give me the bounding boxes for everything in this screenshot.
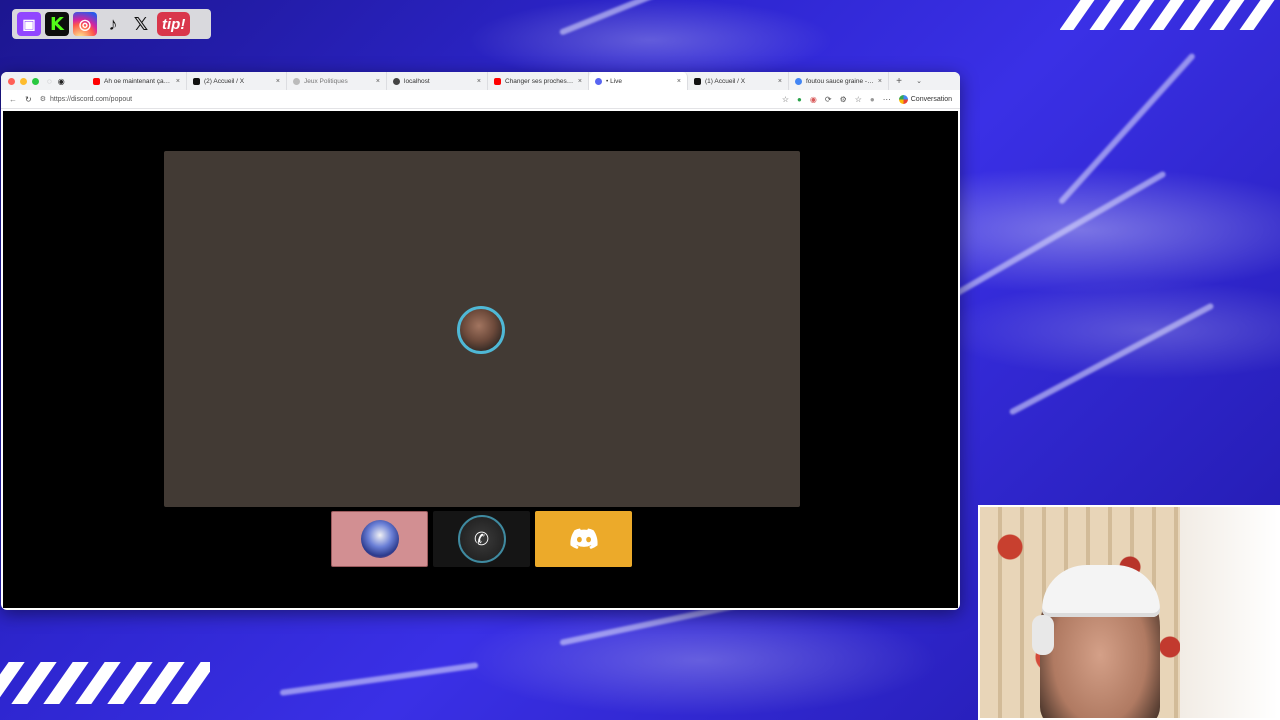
x-favicon-icon <box>193 77 200 85</box>
bg-streak <box>1057 52 1197 206</box>
back-arrow-icon[interactable]: ← <box>9 95 17 104</box>
url-field[interactable]: ⚙ https://discord.com/popout <box>40 95 774 104</box>
stripes-bottom-left <box>0 662 210 704</box>
tab-label: (1) Accueil / X <box>705 77 746 85</box>
kick-icon: K <box>45 12 69 36</box>
tab-label: (2) Accueil / X <box>204 77 245 85</box>
browser-window: ◌ ◉ Ah oe maintenant ça se × (2) Accueil… <box>1 72 960 610</box>
discord-favicon-icon <box>595 77 602 85</box>
tip-badge: tip! <box>157 12 191 36</box>
headset-icon <box>1032 615 1054 655</box>
tab[interactable]: foutou sauce graine - Re × <box>789 72 889 90</box>
participant-tile-call[interactable]: ✆ <box>433 511 530 567</box>
github-favicon-icon <box>393 77 400 85</box>
reload-icon[interactable]: ↻ <box>25 95 32 104</box>
tab[interactable]: Ah oe maintenant ça se × <box>87 72 187 90</box>
address-bar: ← ↻ ⚙ https://discord.com/popout ☆ ● ◉ ⟳… <box>1 90 960 109</box>
x-favicon-icon <box>694 77 701 85</box>
bookmark-star-icon[interactable]: ☆ <box>782 95 789 104</box>
minimize-window-button[interactable] <box>20 77 27 85</box>
tab-bar: ◌ ◉ Ah oe maintenant ça se × (2) Accueil… <box>1 72 960 90</box>
bg-streak <box>1008 302 1215 416</box>
tab-label: Ah oe maintenant ça se <box>104 77 172 85</box>
tab-close-icon[interactable]: × <box>376 78 380 85</box>
tab-close-icon[interactable]: × <box>778 78 782 85</box>
assistant-icon <box>898 94 908 104</box>
participant-tile-discord[interactable] <box>535 511 632 567</box>
tab-label: Jeux Politiques <box>304 77 348 85</box>
extension-icon[interactable]: ◉ <box>810 95 817 104</box>
tab-active[interactable]: • Live × <box>589 72 688 90</box>
maximize-window-button[interactable] <box>32 77 39 85</box>
tab-close-icon[interactable]: × <box>477 78 481 85</box>
site-settings-icon[interactable]: ⚙ <box>40 95 46 103</box>
globe-favicon-icon <box>293 77 300 85</box>
video-stage <box>164 151 800 507</box>
tab-close-icon[interactable]: × <box>578 78 582 85</box>
bg-streak <box>938 170 1167 306</box>
conversation-button[interactable]: Conversation <box>898 94 952 104</box>
url-text: https://discord.com/popout <box>49 95 133 103</box>
twitch-icon: ▣ <box>17 12 41 36</box>
tab-nav: ◌ ◉ <box>47 77 87 86</box>
stripes-top-right <box>1060 0 1280 30</box>
tab[interactable]: (1) Accueil / X × <box>688 72 789 90</box>
youtube-favicon-icon <box>494 77 501 85</box>
tab[interactable]: localhost × <box>387 72 488 90</box>
tab-label: • Live <box>606 77 623 85</box>
tab-list-chevron-icon[interactable]: ⌄ <box>909 77 929 85</box>
tab-label: localhost <box>404 77 430 85</box>
window-controls <box>1 77 47 85</box>
avatar <box>360 520 399 558</box>
tab[interactable]: (2) Accueil / X × <box>187 72 287 90</box>
toolbar-buttons: ☆ ● ◉ ⟳ ⚙ ☆ ● ⋯ Conversation <box>782 94 952 104</box>
bg-streak <box>558 0 784 36</box>
google-favicon-icon <box>795 77 802 85</box>
tiktok-icon: ♪ <box>108 13 118 34</box>
tab[interactable]: Jeux Politiques × <box>287 72 387 90</box>
loading-icon: ◌ <box>47 76 52 86</box>
profile-avatar-icon[interactable]: ● <box>870 95 875 104</box>
extensions-icon[interactable]: ⚙ <box>840 95 847 104</box>
bg-streak <box>279 662 479 696</box>
conversation-label: Conversation <box>910 95 952 103</box>
x-icon: 𝕏 <box>133 13 149 35</box>
participant-tile-self[interactable] <box>331 511 428 567</box>
discord-popout: ✆ <box>3 111 958 608</box>
new-tab-button[interactable]: + <box>889 76 909 87</box>
extension-icon[interactable]: ⟳ <box>825 95 832 104</box>
participant-tiles: ✆ <box>331 511 632 567</box>
tab-close-icon[interactable]: × <box>276 78 280 85</box>
instagram-icon: ◎ <box>73 12 97 36</box>
close-window-button[interactable] <box>8 77 15 85</box>
tab[interactable]: Changer ses proches de × <box>488 72 589 90</box>
more-menu-icon[interactable]: ⋯ <box>883 95 891 104</box>
tab-label: foutou sauce graine - Re <box>806 77 874 85</box>
record-icon[interactable]: ◉ <box>58 77 65 86</box>
tab-close-icon[interactable]: × <box>176 78 180 85</box>
phone-icon: ✆ <box>457 515 506 563</box>
webcam-overlay <box>978 505 1280 720</box>
youtube-favicon-icon <box>93 77 100 85</box>
tab-label: Changer ses proches de <box>505 77 574 85</box>
speaking-user-avatar[interactable] <box>457 306 505 354</box>
extension-icon[interactable]: ● <box>797 95 802 104</box>
favorites-icon[interactable]: ☆ <box>855 95 862 104</box>
tab-close-icon[interactable]: × <box>677 78 681 85</box>
tab-close-icon[interactable]: × <box>878 78 882 85</box>
social-links-bar: ▣ K ◎ ♪ 𝕏 tip! <box>12 9 211 39</box>
discord-logo-icon <box>569 528 598 549</box>
